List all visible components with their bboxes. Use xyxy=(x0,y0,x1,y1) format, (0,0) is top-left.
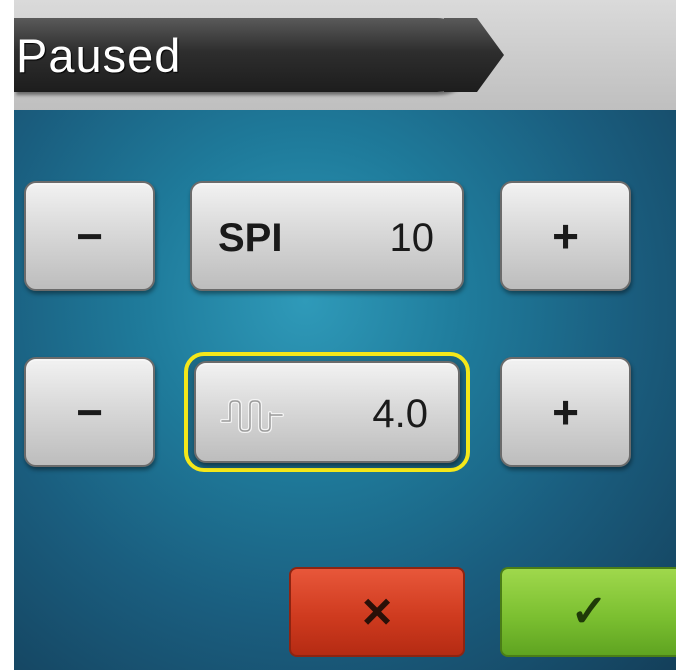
spi-value: 10 xyxy=(389,216,435,260)
confirm-button[interactable]: ✓ xyxy=(500,567,676,657)
plus-icon: + xyxy=(552,386,579,438)
stitch-length-icon xyxy=(220,399,284,433)
cancel-button[interactable]: × xyxy=(289,567,465,657)
minus-icon: − xyxy=(76,210,103,262)
spi-increase-button[interactable]: + xyxy=(500,181,631,291)
length-decrease-button[interactable]: − xyxy=(24,357,155,467)
length-increase-button[interactable]: + xyxy=(500,357,631,467)
title-bar: Paused xyxy=(14,0,676,110)
stitch-length-value: 4.0 xyxy=(372,392,428,436)
title-banner-tip xyxy=(444,18,504,92)
check-icon: ✓ xyxy=(570,587,608,636)
stitch-length-value-button[interactable]: 4.0 xyxy=(194,361,460,463)
page-title: Paused xyxy=(16,29,182,82)
screen: Paused − SPI 10 + − 4.0 + × ✓ xyxy=(14,0,676,670)
minus-icon: − xyxy=(76,386,103,438)
plus-icon: + xyxy=(552,210,579,262)
close-icon: × xyxy=(361,583,393,641)
spi-decrease-button[interactable]: − xyxy=(24,181,155,291)
spi-value-button[interactable]: SPI 10 xyxy=(190,181,464,291)
spi-label: SPI xyxy=(218,216,283,260)
